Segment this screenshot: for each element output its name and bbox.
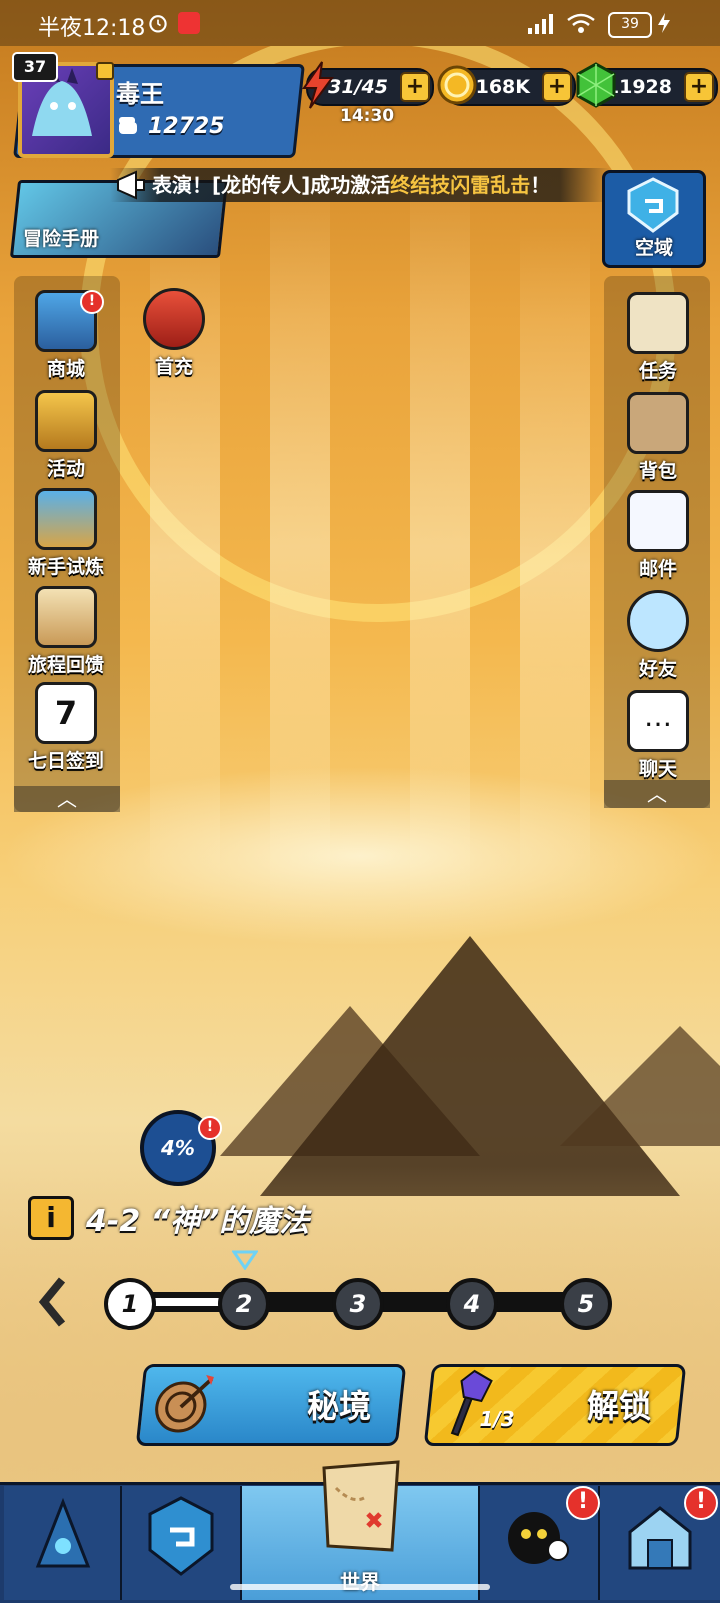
backpack-icon <box>627 392 689 454</box>
current-stage-marker-icon <box>232 1250 258 1270</box>
gold-value: 168K <box>475 76 530 98</box>
chat-label: 聊天 <box>638 758 677 780</box>
journey-reward-label: 旅程回馈 <box>27 654 104 676</box>
stage-node-1[interactable]: 1 <box>104 1278 156 1330</box>
backpack-label: 背包 <box>638 460 677 482</box>
announcement-prefix: 表演！[龙的传人]成功激活 <box>152 173 391 197</box>
wifi-icon <box>567 13 595 33</box>
sky-domain-button[interactable]: 空域 <box>602 170 706 268</box>
secret-realm-label: 秘境 <box>307 1387 372 1425</box>
backpack-button[interactable]: 背包 <box>610 392 706 483</box>
left-collapse-button[interactable]: ︿ <box>14 786 120 812</box>
stage-node-4[interactable]: 4 <box>446 1278 498 1330</box>
lightning-icon <box>302 61 334 109</box>
tasks-button[interactable]: 任务 <box>610 292 706 383</box>
friends-label: 好友 <box>638 658 677 680</box>
stage-title: 4-2 “神”的魔法 <box>86 1204 310 1239</box>
treasure-map-icon <box>322 1460 400 1552</box>
friends-icon <box>627 590 689 652</box>
mail-label: 邮件 <box>638 558 677 580</box>
progress-alert-badge: ! <box>198 1116 222 1140</box>
chat-bubble-icon: … <box>627 690 689 752</box>
target-dart-icon <box>155 1375 214 1433</box>
seven-day-checkin-button[interactable]: 7 七日签到 <box>18 682 114 773</box>
green-gem-icon <box>576 62 616 108</box>
secret-realm-button[interactable]: 秘境 <box>135 1364 407 1446</box>
scroll-icon <box>627 292 689 354</box>
news-app-icon <box>178 12 200 34</box>
crest-shield-icon <box>148 1496 214 1576</box>
signal-icon <box>528 14 553 34</box>
player-name: 毒王 <box>116 80 164 108</box>
dark-hero-icon <box>35 1497 91 1568</box>
gift-chest-icon <box>35 390 97 452</box>
journey-reward-button[interactable]: 旅程回馈 <box>18 586 114 677</box>
combat-power: 12725 <box>148 114 225 139</box>
first-recharge-button[interactable]: 首充 <box>126 288 222 379</box>
previous-chapter-chevron-icon[interactable] <box>36 1276 70 1328</box>
stage-node-5[interactable]: 5 <box>560 1278 612 1330</box>
add-gem-button[interactable]: + <box>684 72 714 102</box>
level-badge: 37 <box>12 52 58 82</box>
shadow-mascot-icon <box>508 1512 569 1564</box>
chat-button[interactable]: … 聊天 <box>610 690 706 781</box>
charging-icon <box>658 13 670 33</box>
energy-timer: 14:30 <box>340 106 395 126</box>
sky-crest-icon <box>627 177 679 233</box>
shop-alert-badge: ! <box>80 290 104 314</box>
stage-node-3[interactable]: 3 <box>332 1278 384 1330</box>
stage-info-button[interactable]: i <box>28 1196 74 1240</box>
announcement-suffix: ！ <box>530 173 551 197</box>
monster-mascot-icon <box>143 288 205 350</box>
shield-icon <box>35 488 97 550</box>
nav-tab-heroes[interactable] <box>4 1486 123 1600</box>
status-time: 半夜12:18 <box>38 16 146 41</box>
guild-alert-badge: ! <box>566 1486 600 1520</box>
novice-trial-button[interactable]: 新手试炼 <box>18 488 114 579</box>
world-label: 世界 <box>340 1570 380 1594</box>
shop-label: 商城 <box>46 358 85 380</box>
edit-avatar-icon[interactable] <box>96 62 114 80</box>
pyramid-right <box>560 1026 720 1146</box>
novice-trial-label: 新手试炼 <box>27 556 104 578</box>
seven-day-checkin-label: 七日签到 <box>27 750 104 772</box>
nav-tab-world[interactable]: 世界 <box>242 1460 481 1600</box>
envelope-icon <box>627 490 689 552</box>
adventure-manual-label: 冒险手册 <box>23 228 100 250</box>
unlock-count: 1/3 <box>479 1407 515 1431</box>
battery-level: 39 <box>621 16 639 32</box>
status-bar: 半夜12:18 39 <box>0 0 720 46</box>
alarm-icon <box>149 15 167 33</box>
calendar-icon: 7 <box>35 682 97 744</box>
events-button[interactable]: 活动 <box>18 390 114 481</box>
megaphone-icon <box>117 170 145 200</box>
mail-button[interactable]: 邮件 <box>610 490 706 581</box>
stage-node-2[interactable]: 2 <box>218 1278 270 1330</box>
stage-progress-value: 4% <box>161 1136 195 1160</box>
announcement-banner: 表演！[龙的传人]成功激活终结技闪雷乱击！ <box>110 168 610 202</box>
add-energy-button[interactable]: + <box>400 72 430 102</box>
gesture-bar[interactable] <box>230 1584 490 1590</box>
first-recharge-label: 首充 <box>154 356 193 378</box>
gold-coin-icon <box>437 65 477 105</box>
fist-power-icon <box>119 117 137 134</box>
battery-icon: 39 <box>608 12 652 38</box>
unlock-button[interactable]: 1/3 解锁 <box>423 1364 687 1446</box>
tasks-label: 任务 <box>638 360 677 382</box>
friends-button[interactable]: 好友 <box>610 590 706 681</box>
nav-tab-arena[interactable] <box>122 1486 243 1600</box>
clipboard-icon <box>35 586 97 648</box>
sky-domain-label: 空域 <box>634 237 673 259</box>
events-label: 活动 <box>46 458 85 480</box>
base-alert-badge: ! <box>684 1486 718 1520</box>
unlock-label: 解锁 <box>587 1387 652 1425</box>
announcement-highlight: 终结技闪雷乱击 <box>390 173 531 197</box>
add-gold-button[interactable]: + <box>542 72 572 102</box>
right-collapse-button[interactable]: ︿ <box>604 780 710 808</box>
